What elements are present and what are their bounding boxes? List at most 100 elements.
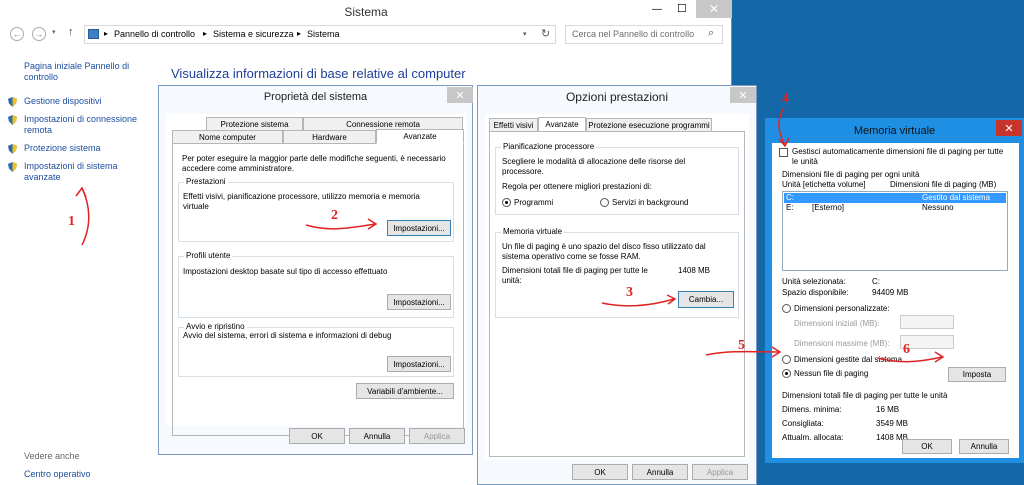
radio-button bbox=[782, 355, 791, 365]
see-also-action-center[interactable]: Centro operativo bbox=[24, 469, 91, 480]
list-caption: Dimensioni file di paging per ogni unità bbox=[782, 170, 920, 179]
up-arrow-icon[interactable]: ↑ bbox=[68, 26, 74, 38]
breadcrumb-2[interactable]: Sistema bbox=[307, 29, 340, 39]
env-variables-button[interactable]: Variabili d'ambiente... bbox=[356, 383, 454, 399]
search-input[interactable]: Cerca nel Pannello di controllo ⌕ bbox=[565, 25, 723, 44]
perf-group: Prestazioni Effetti visivi, pianificazio… bbox=[178, 177, 454, 242]
back-arrow-icon[interactable]: ← bbox=[10, 27, 24, 41]
sysprops-cancel-button[interactable]: Annulla bbox=[349, 428, 405, 444]
drive-list[interactable]: C: Gestito dal sistema E: [Esterno] Ness… bbox=[782, 191, 1008, 271]
tab-avanzate[interactable]: Avanzate bbox=[538, 117, 586, 132]
vm-total-value: 1408 MB bbox=[678, 266, 711, 275]
page-heading: Visualizza informazioni di base relative… bbox=[171, 66, 466, 81]
vm-cancel-button[interactable]: Annulla bbox=[959, 439, 1009, 454]
tab-effetti-visivi[interactable]: Effetti visivi bbox=[489, 118, 538, 132]
address-dropdown-icon[interactable]: ▾ bbox=[523, 30, 527, 38]
radio-button bbox=[782, 369, 791, 379]
initial-size-label: Dimensioni iniziali (MB): bbox=[794, 319, 880, 328]
table-row[interactable]: C: Gestito dal sistema bbox=[784, 193, 1006, 203]
sysprops-titlebar: Proprietà del sistema ✕ bbox=[159, 86, 473, 108]
annotation-label-2: 2 bbox=[331, 208, 338, 223]
radio-services[interactable]: Servizi in background bbox=[600, 198, 688, 208]
vm-group-title: Memoria virtuale bbox=[501, 227, 565, 236]
sidebar-item-remote[interactable]: Impostazioni di connessione remota bbox=[8, 114, 148, 135]
initial-size-input[interactable] bbox=[900, 315, 954, 329]
radio-button bbox=[600, 198, 609, 208]
auto-manage-checkbox[interactable] bbox=[779, 148, 788, 157]
breadcrumb-1[interactable]: Sistema e sicurezza bbox=[213, 29, 294, 39]
perfopts-apply-button[interactable]: Applica bbox=[692, 464, 748, 480]
change-button[interactable]: Cambia... bbox=[678, 291, 734, 308]
annotation-label-6: 6 bbox=[903, 342, 910, 357]
startup-desc: Avvio del sistema, errori di sistema e i… bbox=[183, 331, 392, 340]
sidebar-item-advanced[interactable]: Impostazioni di sistema avanzate bbox=[8, 161, 148, 182]
close-icon[interactable]: ✕ bbox=[447, 87, 473, 103]
sidebar-item-label: Gestione dispositivi bbox=[24, 96, 102, 106]
shield-icon bbox=[8, 161, 17, 172]
set-button[interactable]: Imposta bbox=[948, 367, 1006, 382]
system-titlebar: Sistema — ☐ ✕ bbox=[0, 0, 732, 24]
scheduling-group-title: Pianificazione processore bbox=[501, 142, 597, 151]
sidebar-item-label: Protezione sistema bbox=[24, 143, 101, 153]
chevron-down-icon[interactable]: ▾ bbox=[52, 28, 56, 36]
sidebar-home-link[interactable]: Pagina iniziale Pannello di controllo bbox=[24, 61, 144, 83]
totals-title: Dimensioni totali file di paging per tut… bbox=[782, 391, 948, 400]
annotation-label-3: 3 bbox=[626, 285, 633, 300]
shield-icon bbox=[8, 143, 17, 154]
startup-group: Avvio e ripristino Avvio del sistema, er… bbox=[178, 322, 454, 377]
sysprops-title: Proprietà del sistema bbox=[263, 91, 368, 103]
admin-intro-text: Per poter eseguire la maggior parte dell… bbox=[182, 154, 446, 173]
perfopts-cancel-button[interactable]: Annulla bbox=[632, 464, 688, 480]
search-placeholder: Cerca nel Pannello di controllo bbox=[572, 29, 695, 39]
max-size-label: Dimensioni massime (MB): bbox=[794, 339, 890, 348]
tab-avanzate[interactable]: Avanzate bbox=[376, 129, 464, 144]
table-row[interactable]: E: [Esterno] Nessuno bbox=[784, 203, 1006, 213]
recommended-value: 3549 MB bbox=[876, 419, 909, 428]
radio-button bbox=[502, 198, 511, 208]
tab-hardware[interactable]: Hardware bbox=[283, 130, 376, 144]
radio-system-managed[interactable]: Dimensioni gestite dal sistema bbox=[782, 355, 902, 365]
sidebar-item-devices[interactable]: Gestione dispositivi bbox=[8, 96, 148, 107]
sidebar-item-protection[interactable]: Protezione sistema bbox=[8, 143, 148, 154]
available-space-label: Spazio disponibile: bbox=[782, 288, 849, 297]
selected-drive-value: C: bbox=[872, 277, 880, 286]
allocated-label: Attualm. allocata: bbox=[782, 433, 844, 442]
scheduling-group: Pianificazione processore Scegliere le m… bbox=[495, 142, 739, 215]
perf-settings-button[interactable]: Impostazioni... bbox=[387, 220, 451, 236]
close-icon[interactable]: ✕ bbox=[730, 87, 756, 103]
tab-nome-computer[interactable]: Nome computer bbox=[172, 130, 283, 144]
close-icon[interactable]: ✕ bbox=[996, 120, 1022, 136]
perfopts-title: Opzioni prestazioni bbox=[565, 90, 669, 104]
profiles-group-title: Profili utente bbox=[184, 251, 233, 260]
close-icon[interactable]: ✕ bbox=[696, 0, 732, 18]
vm-ok-button[interactable]: OK bbox=[902, 439, 952, 454]
perfopts-ok-button[interactable]: OK bbox=[572, 464, 628, 480]
startup-settings-button[interactable]: Impostazioni... bbox=[387, 356, 451, 372]
refresh-icon[interactable]: ↻ bbox=[541, 27, 550, 40]
selected-drive-label: Unità selezionata: bbox=[782, 277, 846, 286]
forward-arrow-icon[interactable]: → bbox=[32, 27, 46, 41]
col-size-header: Dimensioni file di paging (MB) bbox=[890, 180, 997, 189]
radio-custom-size[interactable]: Dimensioni personalizzate: bbox=[782, 304, 890, 314]
search-icon[interactable]: ⌕ bbox=[708, 27, 714, 40]
radio-programs[interactable]: Programmi bbox=[502, 198, 553, 208]
computer-icon bbox=[88, 29, 99, 39]
system-title: Sistema bbox=[344, 5, 388, 19]
vm-title: Memoria virtuale bbox=[853, 125, 936, 137]
sysprops-apply-button[interactable]: Applica bbox=[409, 428, 465, 444]
sysprops-ok-button[interactable]: OK bbox=[289, 428, 345, 444]
breadcrumb-0[interactable]: Pannello di controllo bbox=[114, 29, 195, 39]
scheduling-desc: Scegliere le modalità di allocazione del… bbox=[502, 157, 686, 176]
tab-protezione-sistema[interactable]: Protezione sistema bbox=[206, 117, 303, 131]
minimize-icon[interactable]: — bbox=[652, 4, 662, 15]
min-size-label: Dimens. minima: bbox=[782, 405, 842, 414]
radio-button bbox=[782, 304, 791, 314]
perf-desc: Effetti visivi, pianificazione processor… bbox=[183, 192, 420, 211]
radio-no-paging[interactable]: Nessun file di paging bbox=[782, 369, 868, 379]
tab-protezione-esecuzione[interactable]: Protezione esecuzione programmi bbox=[586, 118, 712, 132]
annotation-label-1: 1 bbox=[68, 214, 75, 229]
virtual-memory-dialog: Memoria virtuale ✕ Gestisci automaticame… bbox=[765, 118, 1024, 463]
maximize-icon[interactable]: ☐ bbox=[677, 2, 687, 15]
profiles-settings-button[interactable]: Impostazioni... bbox=[387, 294, 451, 310]
address-bar[interactable]: ▸ Pannello di controllo ▸ Sistema e sicu… bbox=[84, 25, 556, 44]
